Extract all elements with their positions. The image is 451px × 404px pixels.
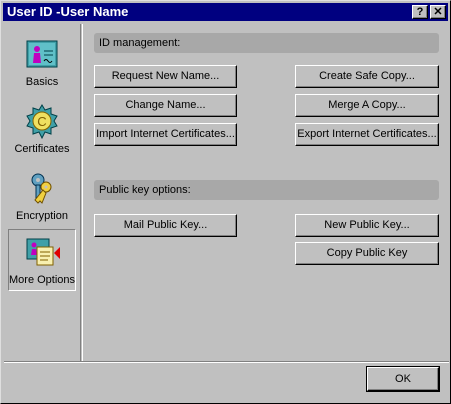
- ok-button[interactable]: OK: [367, 367, 439, 391]
- sidebar-item-label: Basics: [25, 76, 59, 88]
- id-card-icon: [26, 40, 58, 68]
- id-management-header: ID management:: [94, 33, 439, 53]
- dialog-window: User ID -User Name ? ✕ Basics C Certific…: [0, 0, 451, 404]
- sidebar-item-basics[interactable]: Basics: [8, 32, 76, 94]
- footer-divider-highlight: [4, 362, 449, 363]
- create-safe-copy-button[interactable]: Create Safe Copy...: [295, 65, 439, 88]
- request-new-name-button[interactable]: Request New Name...: [94, 65, 237, 88]
- sidebar-divider: [82, 24, 83, 361]
- mail-public-key-button[interactable]: Mail Public Key...: [94, 214, 237, 237]
- help-button[interactable]: ?: [412, 5, 428, 19]
- svg-text:C: C: [37, 114, 46, 129]
- keys-icon: [31, 173, 52, 204]
- copy-public-key-button[interactable]: Copy Public Key: [295, 242, 439, 265]
- certificate-seal-icon: C: [26, 104, 58, 140]
- close-button[interactable]: ✕: [430, 5, 446, 19]
- sidebar-item-more-options[interactable]: More Options: [8, 229, 76, 291]
- sidebar-item-label: Encryption: [16, 210, 68, 222]
- window-title: User ID -User Name: [7, 4, 129, 19]
- merge-a-copy-button[interactable]: Merge A Copy...: [295, 94, 439, 117]
- sidebar-item-certificates[interactable]: C Certificates: [8, 99, 76, 161]
- sidebar-item-encryption[interactable]: Encryption: [8, 166, 76, 228]
- more-options-icon: [26, 238, 60, 266]
- title-bar[interactable]: User ID -User Name ? ✕: [3, 3, 448, 21]
- import-internet-certificates-button[interactable]: Import Internet Certificates...: [94, 123, 237, 146]
- public-key-options-header: Public key options:: [94, 180, 439, 200]
- sidebar: Basics C Certificates Encryption More Op…: [4, 24, 81, 361]
- new-public-key-button[interactable]: New Public Key...: [295, 214, 439, 237]
- change-name-button[interactable]: Change Name...: [94, 94, 237, 117]
- sidebar-item-label: Certificates: [14, 143, 70, 155]
- sidebar-item-label: More Options: [9, 274, 76, 286]
- export-internet-certificates-button[interactable]: Export Internet Certificates...: [295, 123, 439, 146]
